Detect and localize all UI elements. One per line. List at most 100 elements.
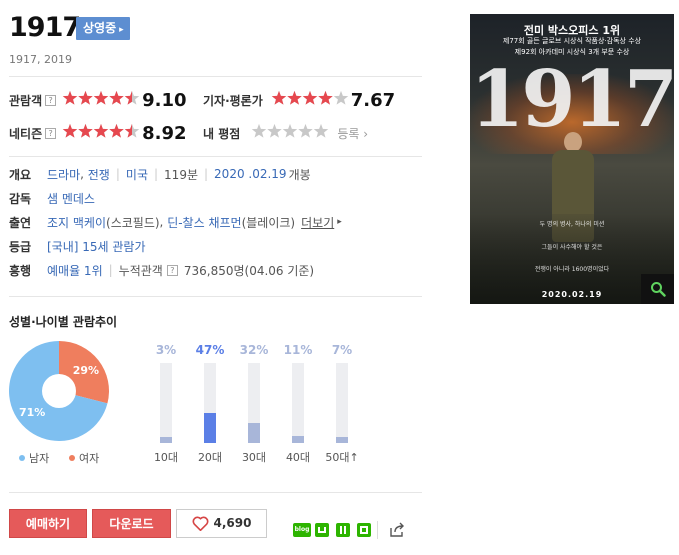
heart-icon (192, 516, 208, 531)
audience-chart-title: 성별·나이별 관람추이 (9, 315, 118, 329)
info-director: 감독 샘 멘데스 (9, 189, 95, 207)
chevron-right-icon: ▸ (119, 25, 124, 35)
bar-category-label: 30대 (241, 451, 267, 464)
netizen-rating-label: 네티즌 (9, 126, 43, 141)
star-rating (62, 123, 140, 143)
status-badge-label: 상영중 (83, 21, 117, 35)
bookmark-glyph (340, 526, 346, 534)
director-link[interactable]: 샘 멘데스 (47, 190, 95, 207)
chevron-right-icon: › (363, 126, 369, 141)
audience-rating: 관람객 ? 9.10 (9, 89, 187, 111)
star-filled-icon (287, 90, 302, 105)
share-icon[interactable] (389, 522, 405, 538)
star-filled-icon (62, 90, 78, 105)
bar-track (248, 363, 260, 443)
pie-label: 29% (73, 364, 99, 377)
blog-share-label: blog (294, 526, 310, 533)
bar-fill (248, 422, 260, 443)
info-cast: 출연 조지 맥케이 (스코필드), 딘-찰스 채프먼 (블레이크) 더보기 ▸ (9, 213, 342, 231)
genre-link[interactable]: 드라마 (47, 166, 80, 183)
help-icon[interactable]: ? (166, 264, 178, 276)
star-empty-icon (298, 123, 314, 138)
actor-link[interactable]: 딘-찰스 채프먼 (167, 214, 241, 231)
bar-percent-label: 32% (239, 343, 269, 357)
divider (9, 296, 422, 297)
my-rating[interactable]: 내 평점 등록 › (203, 122, 368, 144)
bar-percent-label: 7% (331, 343, 353, 357)
actor-role: (블레이크) (241, 215, 296, 230)
info-rating: 등급 [국내] 15세 관람가 (9, 237, 146, 255)
star-rating (62, 90, 140, 110)
bar-fill (336, 437, 348, 443)
separator: | (115, 167, 120, 181)
movie-subtitle: 1917, 2019 (9, 53, 72, 66)
bar-percent-label: 47% (195, 343, 225, 357)
bar-category-label: 20대 (197, 451, 223, 464)
soldier-head (564, 132, 582, 152)
register-rating-link[interactable]: 등록 › (337, 125, 368, 142)
star-filled-icon (109, 123, 124, 138)
critics-rating-label: 기자·평론가 (203, 93, 263, 108)
divider (9, 492, 422, 493)
genre-link[interactable]: 전쟁 (88, 166, 110, 183)
movie-poster[interactable]: 전미 박스오피스 1위 제77회 골든 글로브 시상식 작품상·감독상 수상 제… (470, 14, 674, 304)
info-label: 출연 (9, 215, 32, 230)
help-icon[interactable]: ? (45, 127, 57, 139)
bar-category-label: 10대 (153, 451, 179, 464)
audience-count: 736,850명(04.06 기준) (183, 263, 315, 278)
actor-role: (스코필드) (106, 215, 160, 230)
reservation-rank-link[interactable]: 예매율 1위 (47, 262, 103, 279)
cafe-share-icon[interactable] (315, 523, 329, 537)
like-button[interactable]: 4,690 (176, 509, 267, 538)
pie-hole (42, 374, 76, 408)
separator: | (154, 167, 159, 181)
star-filled-icon (271, 90, 286, 105)
legend-male: 남자 (19, 450, 49, 466)
star-empty-icon (333, 90, 348, 105)
bookmark-share-icon[interactable] (336, 523, 350, 537)
country-link[interactable]: 미국 (126, 166, 148, 183)
star-filled-icon (302, 90, 317, 105)
legend-female: 여자 (69, 450, 99, 466)
cafe-glyph (318, 527, 326, 533)
info-label: 흥행 (9, 263, 32, 278)
bar-category-label: 40대 (285, 451, 311, 464)
search-icon (650, 282, 666, 297)
star-filled-icon (78, 123, 93, 138)
release-date-link[interactable]: 2020 .02.19 (214, 167, 287, 181)
download-button[interactable]: 다운로드 (92, 509, 171, 538)
stars-svg (271, 90, 348, 105)
register-label: 등록 (337, 126, 360, 141)
star-rating-input[interactable] (251, 123, 329, 143)
chevron-right-icon: ▸ (337, 217, 342, 227)
comma: , (159, 215, 168, 229)
zoom-button[interactable] (641, 274, 674, 304)
movie-title: 1917 (9, 12, 81, 43)
help-icon[interactable]: ? (45, 94, 57, 106)
netizen-score: 8.92 (142, 122, 187, 144)
divider (377, 521, 378, 539)
blog-share-icon[interactable]: blog (293, 523, 311, 537)
stars-svg (252, 123, 329, 138)
info-box-office: 흥행 예매율 1위 | 누적관객 ? 736,850명(04.06 기준) (9, 261, 314, 279)
age-rating-link[interactable]: [국내] 15세 관람가 (47, 238, 146, 255)
poster-tagline3: 전쟁이 아니라 1600명이었다 (534, 266, 610, 273)
netizen-rating: 네티즌 ? 8.92 (9, 122, 187, 144)
comma: , (80, 167, 88, 181)
release-suffix: 개봉 (288, 167, 311, 182)
memo-share-icon[interactable] (357, 523, 371, 537)
bar-fill (204, 412, 216, 443)
status-badge[interactable]: 상영중 ▸ (76, 17, 130, 40)
reserve-button[interactable]: 예매하기 (9, 509, 87, 538)
memo-glyph (360, 526, 368, 534)
more-cast-link[interactable]: 더보기 (301, 214, 334, 231)
star-filled-icon (78, 90, 93, 105)
star-filled-icon (62, 123, 78, 138)
bar-category-label: 50대↑ (325, 451, 359, 464)
critics-rating: 기자·평론가 7.67 (203, 89, 395, 111)
star-empty-icon (252, 123, 267, 138)
actor-link[interactable]: 조지 맥케이 (47, 214, 106, 231)
bar-percent-label: 3% (155, 343, 177, 357)
bar-track (204, 363, 216, 443)
legend-male-label: 남자 (29, 452, 50, 465)
